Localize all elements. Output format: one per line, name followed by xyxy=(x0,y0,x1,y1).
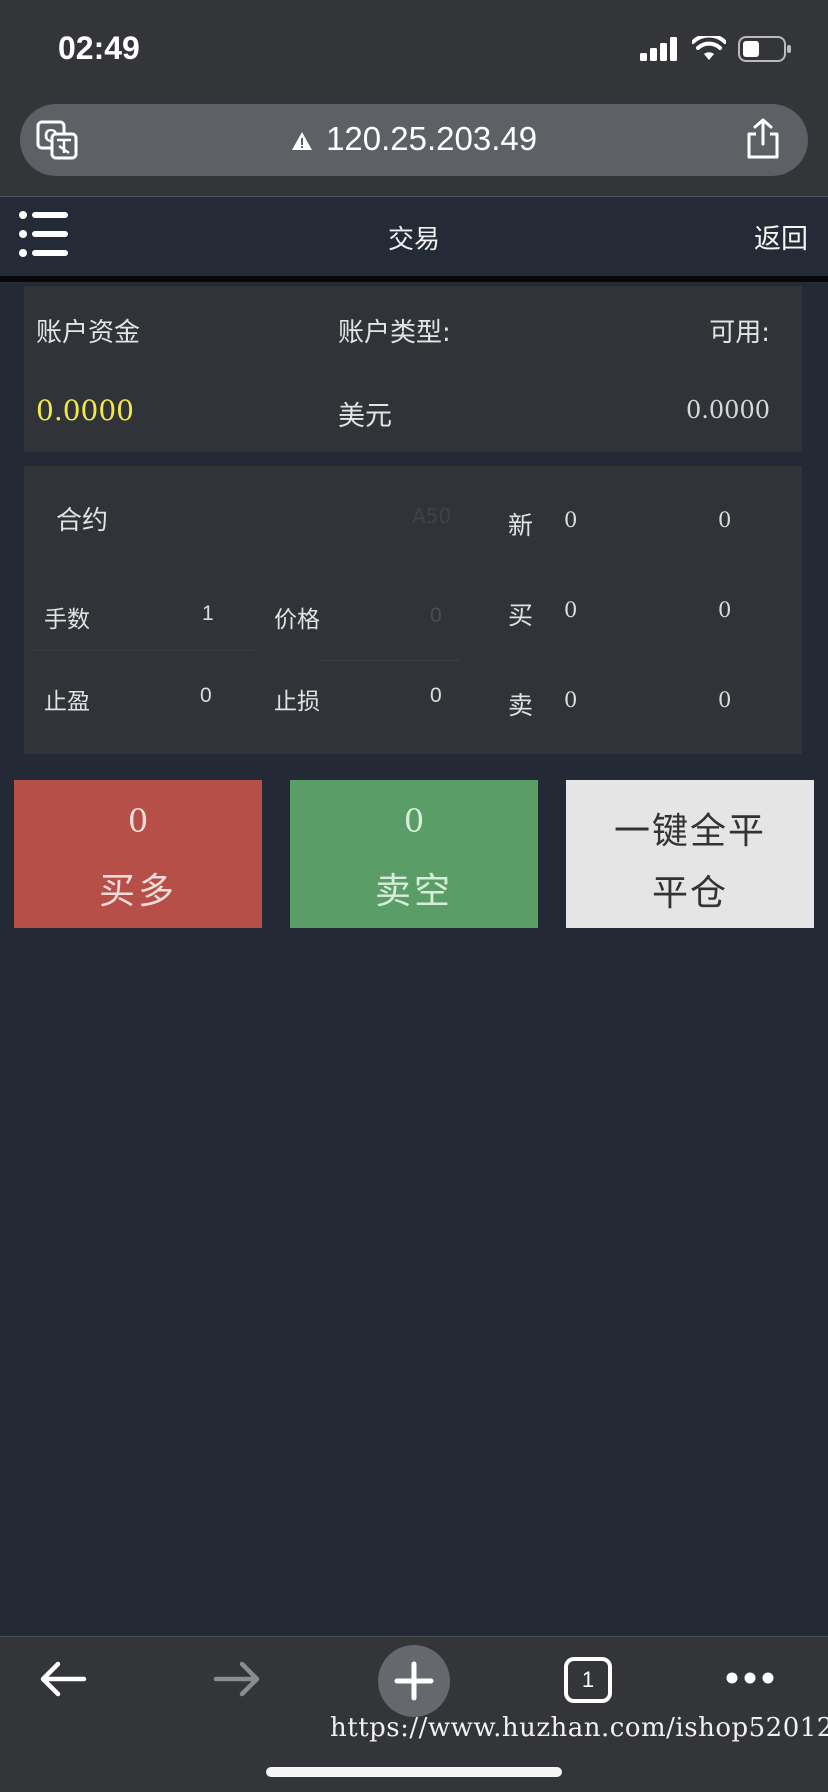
wifi-icon xyxy=(692,36,726,60)
contract-symbol[interactable]: A50 xyxy=(412,504,451,528)
page-title: 交易 xyxy=(387,225,440,255)
account-funds-label: 账户资金 xyxy=(36,318,141,348)
lots-input[interactable]: 1 xyxy=(202,602,214,626)
account-funds-value: 0.0000 xyxy=(36,394,134,427)
stop-loss-input[interactable]: 0 xyxy=(430,684,442,708)
share-icon[interactable] xyxy=(746,118,780,160)
quote-label-new: 新 xyxy=(508,511,534,540)
quote-new-value-2: 0 xyxy=(718,508,732,532)
lots-label: 手数 xyxy=(44,607,90,633)
quote-buy-value-2: 0 xyxy=(718,598,732,622)
contract-card: 合约 A50 手数 1 价格 0 止盈 0 止损 0 新 0 0 买 0 0 卖… xyxy=(24,466,802,754)
forward-arrow-icon[interactable] xyxy=(212,1659,262,1699)
take-profit-input[interactable]: 0 xyxy=(200,684,212,708)
quote-sell-value: 0 xyxy=(564,688,578,712)
quote-label-sell: 卖 xyxy=(508,691,534,720)
close-all-button[interactable]: 一键全平 平仓 xyxy=(566,780,814,928)
more-icon[interactable] xyxy=(726,1671,774,1685)
price-input[interactable]: 0 xyxy=(430,604,442,628)
back-arrow-icon[interactable] xyxy=(38,1659,88,1699)
url-text: 120.25.203.49 xyxy=(326,120,538,157)
price-label: 价格 xyxy=(274,607,320,633)
available-value: 0.0000 xyxy=(686,396,770,424)
status-icons xyxy=(640,36,792,62)
form-divider xyxy=(34,650,254,651)
buy-long-label: 买多 xyxy=(98,871,177,912)
quote-new-value: 0 xyxy=(564,508,578,532)
quote-label-buy: 买 xyxy=(508,601,534,630)
battery-icon xyxy=(738,36,791,62)
new-tab-button[interactable] xyxy=(378,1645,450,1717)
app-header: 交易 返回 xyxy=(0,196,828,276)
form-divider xyxy=(320,660,460,661)
plus-icon xyxy=(394,1661,434,1701)
close-all-label: 一键全平 xyxy=(613,811,766,852)
header-divider xyxy=(0,276,828,282)
warning-icon xyxy=(291,132,312,151)
watermark-text: https://www.huzhan.com/ishop52012 xyxy=(330,1713,828,1743)
sell-short-count: 0 xyxy=(403,802,425,840)
available-label: 可用: xyxy=(709,318,770,348)
address-bar-area: G 120.25.203.49 xyxy=(0,100,828,196)
status-time: 02:49 xyxy=(58,30,140,66)
url-display[interactable]: 120.25.203.49 xyxy=(20,120,808,158)
close-position-label: 平仓 xyxy=(651,873,728,914)
tabs-button[interactable]: 1 xyxy=(564,1657,612,1703)
signal-icon xyxy=(640,37,677,61)
account-type-value: 美元 xyxy=(338,401,392,432)
buy-long-button[interactable]: 0 买多 xyxy=(14,780,262,928)
home-indicator xyxy=(266,1767,562,1777)
sell-short-label: 卖空 xyxy=(374,871,453,912)
account-summary-card: 账户资金 账户类型: 可用: 0.0000 美元 0.0000 xyxy=(24,286,802,452)
sell-short-button[interactable]: 0 卖空 xyxy=(290,780,538,928)
buy-long-count: 0 xyxy=(127,802,149,840)
quote-buy-value: 0 xyxy=(564,598,578,622)
tab-count: 1 xyxy=(581,1667,595,1692)
stop-loss-label: 止损 xyxy=(274,689,320,715)
back-button[interactable]: 返回 xyxy=(754,217,808,256)
address-bar[interactable]: G 120.25.203.49 xyxy=(20,104,808,176)
browser-toolbar: 1 https://www.huzhan.com/ishop52012 xyxy=(0,1636,828,1792)
take-profit-label: 止盈 xyxy=(44,689,90,715)
account-type-label: 账户类型: xyxy=(338,318,451,348)
status-bar: 02:49 xyxy=(0,0,828,100)
quote-sell-value-2: 0 xyxy=(718,688,732,712)
contract-label: 合约 xyxy=(56,506,109,536)
